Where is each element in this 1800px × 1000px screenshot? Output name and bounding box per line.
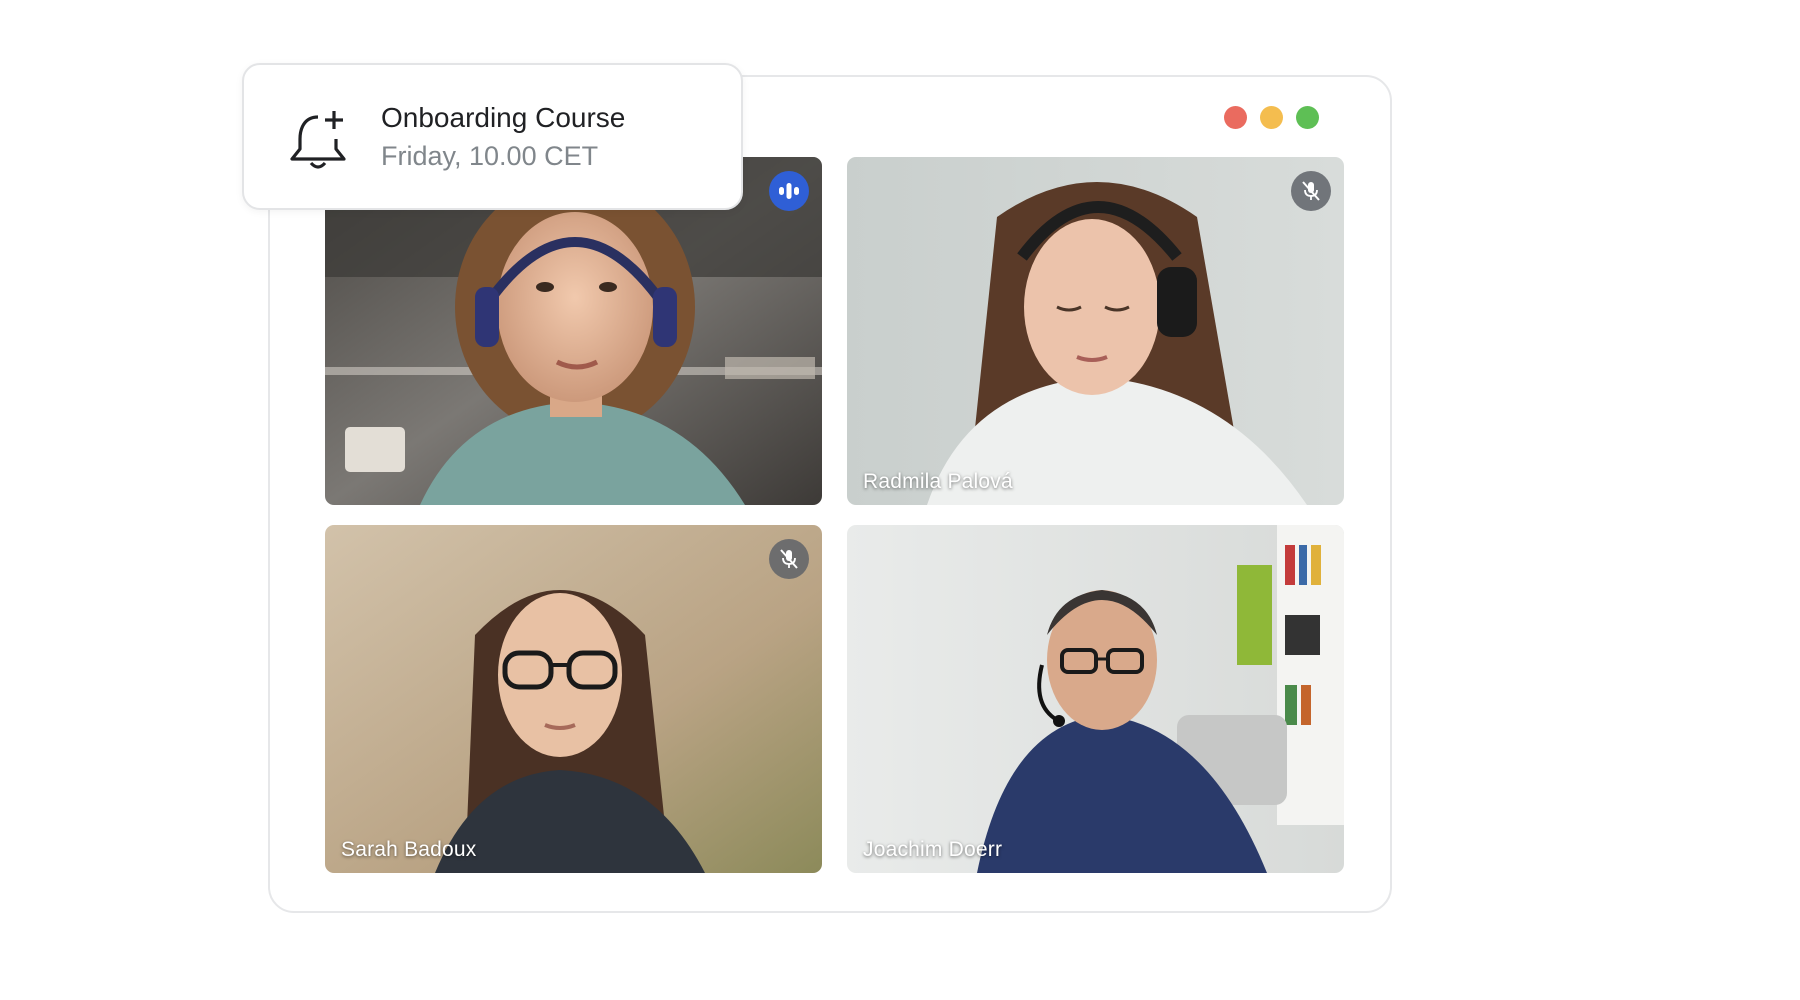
mic-off-icon <box>780 549 798 569</box>
participant-name: Joachim Doerr <box>863 838 1003 861</box>
reminder-time: Friday, 10.00 CET <box>381 141 599 171</box>
video-feed <box>847 157 1344 505</box>
window-controls <box>1224 106 1319 129</box>
bell-plus-icon <box>290 111 346 169</box>
participant-name: Sarah Badoux <box>341 838 477 861</box>
close-window-button[interactable] <box>1224 106 1247 129</box>
mute-status <box>1291 171 1331 211</box>
maximize-window-button[interactable] <box>1296 106 1319 129</box>
video-feed <box>325 525 822 873</box>
minimize-window-button[interactable] <box>1260 106 1283 129</box>
video-tile-sarah[interactable]: Sarah Badoux <box>325 525 822 873</box>
speaking-icon <box>779 183 799 199</box>
participant-name: Radmila Palová <box>863 470 1013 493</box>
meeting-reminder-card[interactable]: Onboarding Course Friday, 10.00 CET <box>242 63 743 210</box>
mic-off-icon <box>1302 181 1320 201</box>
speaking-indicator <box>769 171 809 211</box>
mute-status <box>769 539 809 579</box>
video-feed <box>847 525 1344 873</box>
video-tile-joachim[interactable]: Joachim Doerr <box>847 525 1344 873</box>
reminder-title: Onboarding Course <box>381 102 626 133</box>
video-tile-radmila[interactable]: Radmila Palová <box>847 157 1344 505</box>
